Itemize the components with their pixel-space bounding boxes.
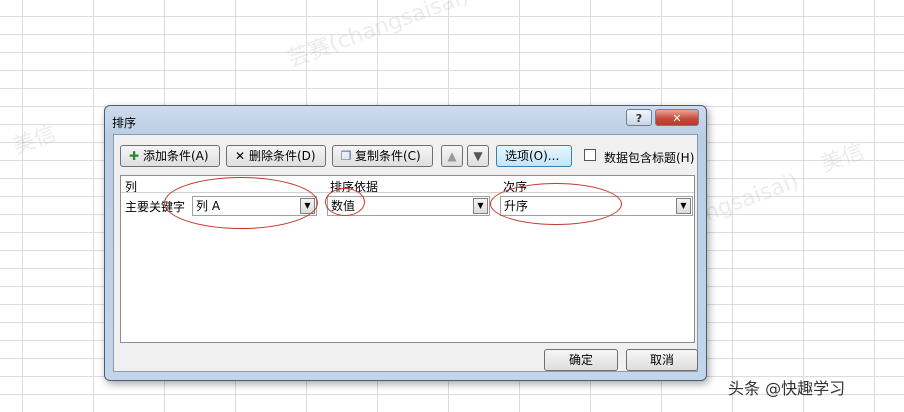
dropdown-arrow-icon[interactable]: ▼	[473, 198, 488, 214]
dropdown-arrow-icon[interactable]: ▼	[676, 198, 691, 214]
copy-level-label: 复制条件(C)	[355, 149, 421, 163]
add-level-icon: ✚	[128, 149, 140, 163]
column-select-value: 列 A	[196, 199, 221, 213]
order-select-value: 升序	[504, 199, 529, 213]
toolbar: ✚ 添加条件(A) ✕ 删除条件(D) ❐ 复制条件(C) ▲ ▼ 选项(O)... …	[114, 135, 697, 173]
sort-on-select-value: 数值	[331, 199, 356, 213]
order-select[interactable]: 升序 ▼	[500, 196, 693, 216]
dropdown-arrow-icon[interactable]: ▼	[300, 198, 315, 214]
cancel-button[interactable]: 取消	[626, 349, 698, 371]
header-checkbox-label: 数据包含标题(H)	[604, 151, 695, 165]
move-down-button[interactable]: ▼	[467, 145, 489, 167]
sort-on-select[interactable]: 数值 ▼	[327, 196, 490, 216]
watermark: 美信	[817, 139, 868, 178]
title-bar: 排序 ? ✕	[105, 106, 706, 134]
sort-dialog: 排序 ? ✕ ✚ 添加条件(A) ✕ 删除条件(D) ❐ 复制条件(C) ▲ ▼ 选项…	[104, 105, 707, 381]
watermark: 美信	[9, 121, 60, 160]
copy-level-button[interactable]: ❐ 复制条件(C)	[332, 145, 433, 167]
close-button[interactable]: ✕	[655, 109, 699, 126]
watermark: 芸赛(changsaisai)	[284, 0, 473, 73]
add-level-label: 添加条件(A)	[143, 149, 209, 163]
copy-icon: ❐	[340, 149, 352, 163]
move-up-button[interactable]: ▲	[441, 145, 463, 167]
options-button[interactable]: 选项(O)...	[496, 145, 572, 167]
add-level-button[interactable]: ✚ 添加条件(A)	[120, 145, 220, 167]
help-button[interactable]: ?	[626, 109, 652, 126]
primary-key-label: 主要关键字	[125, 200, 186, 214]
delete-level-label: 删除条件(D)	[249, 149, 316, 163]
sort-levels-grid: 列 排序依据 次序 主要关键字 列 A ▼ 数值 ▼ 升序 ▼	[120, 175, 695, 343]
dialog-title: 排序	[112, 116, 137, 130]
ok-button[interactable]: 确定	[544, 349, 618, 371]
header-divider	[121, 192, 694, 193]
delete-level-button[interactable]: ✕ 删除条件(D)	[226, 145, 326, 167]
source-credit: 头条 @快趣学习	[728, 379, 846, 398]
dialog-body: ✚ 添加条件(A) ✕ 删除条件(D) ❐ 复制条件(C) ▲ ▼ 选项(O)... …	[113, 134, 698, 372]
delete-icon: ✕	[234, 149, 246, 163]
column-select[interactable]: 列 A ▼	[192, 196, 317, 216]
header-checkbox[interactable]	[584, 149, 596, 161]
